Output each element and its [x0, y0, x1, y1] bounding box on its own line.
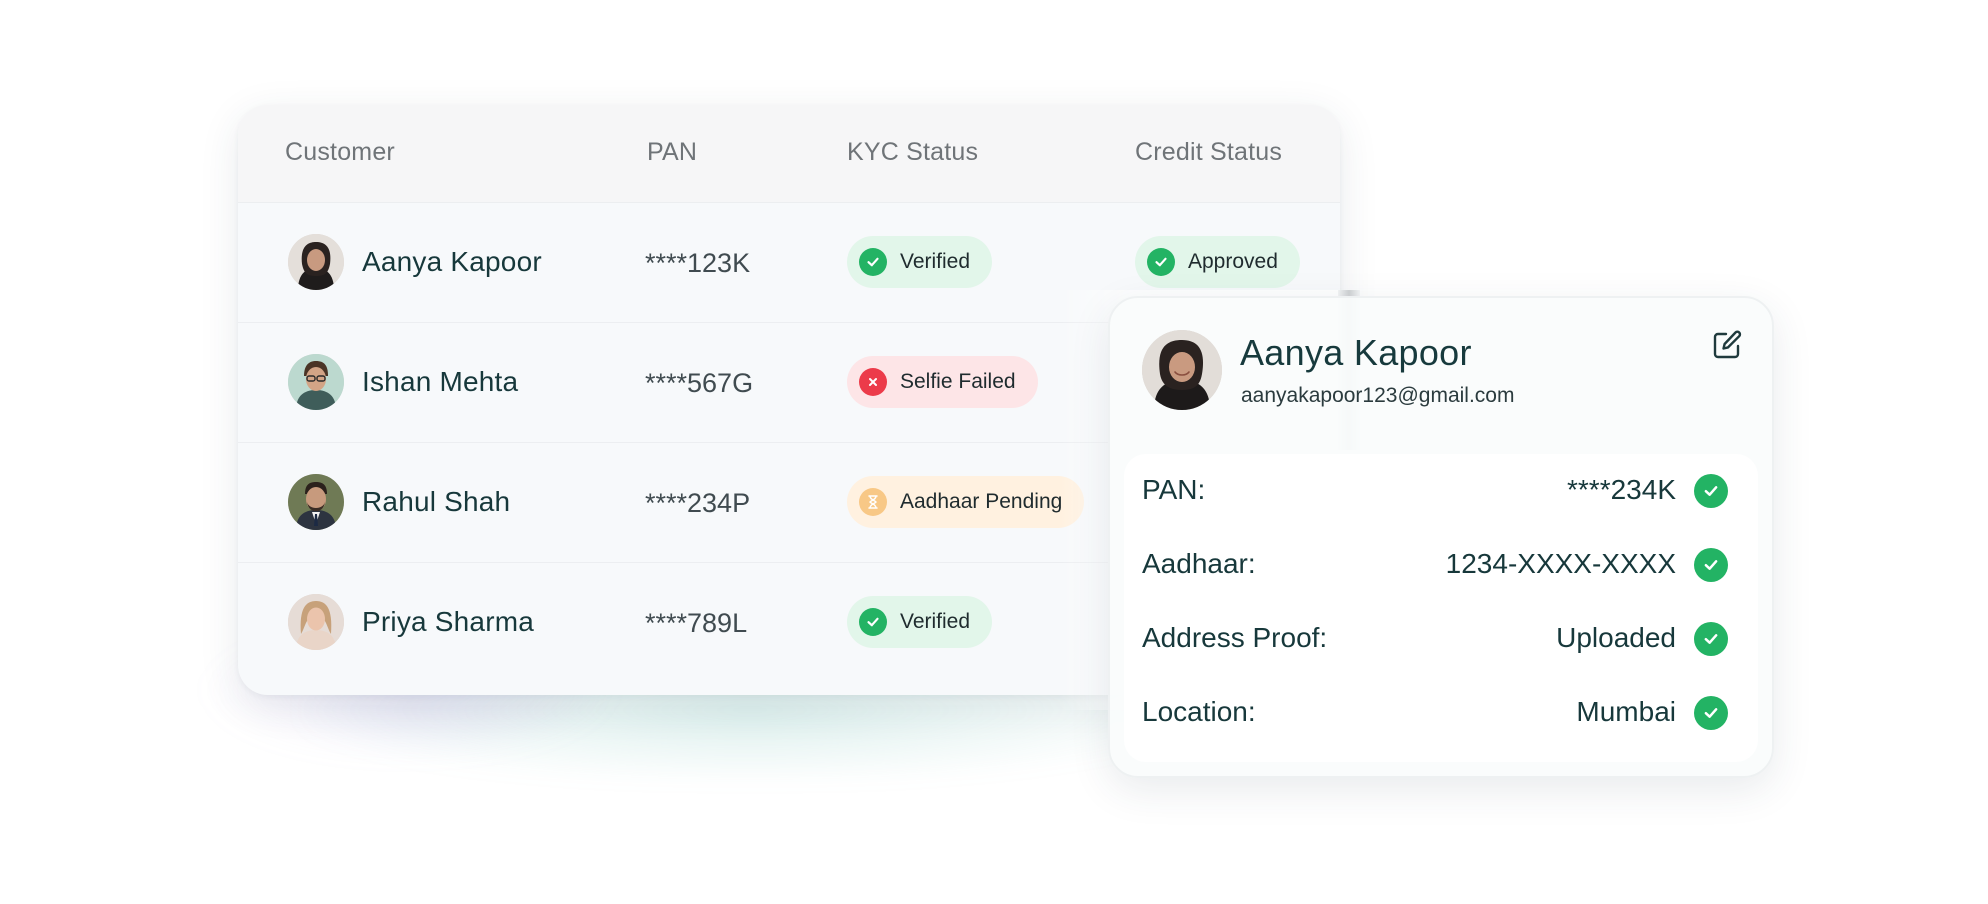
credit-status-label: Approved [1188, 250, 1278, 273]
customer-name[interactable]: Ishan Mehta [362, 366, 518, 398]
avatar [288, 354, 344, 410]
detail-field-label: Address Proof: [1142, 622, 1328, 653]
avatar [288, 234, 344, 290]
column-header-kyc-status[interactable]: KYC Status [847, 138, 978, 167]
kyc-status-label: Aadhaar Pending [900, 490, 1063, 513]
detail-field-location: Location: Mumbai [1124, 676, 1758, 750]
detail-field-value: ****234K [1567, 474, 1676, 505]
avatar [1142, 330, 1222, 410]
check-icon [1694, 622, 1728, 656]
detail-customer-name: Aanya Kapoor [1240, 332, 1472, 373]
detail-field-aadhaar: Aadhaar: 1234-XXXX-XXXX [1124, 528, 1758, 602]
table-header: Customer PAN KYC Status Credit Status [238, 105, 1340, 203]
x-icon [859, 368, 887, 396]
kyc-status-label: Selfie Failed [900, 370, 1016, 393]
column-header-customer[interactable]: Customer [285, 138, 395, 167]
check-icon [859, 248, 887, 276]
check-icon [859, 608, 887, 636]
kyc-status-badge: Aadhaar Pending [847, 476, 1085, 528]
avatar [288, 474, 344, 530]
kyc-status-badge: Verified [847, 596, 993, 648]
detail-field-label: Aadhaar: [1142, 548, 1256, 579]
customer-detail-card: Aanya Kapoor aanyakapoor123@gmail.com PA… [1108, 296, 1774, 778]
detail-field-label: Location: [1142, 696, 1256, 727]
kyc-status-badge: Verified [847, 236, 993, 288]
detail-field-label: PAN: [1142, 474, 1206, 505]
check-icon [1694, 474, 1728, 508]
credit-status-badge: Approved [1135, 236, 1300, 288]
detail-field-value: Uploaded [1556, 622, 1676, 653]
customer-pan: ****123K [645, 248, 751, 278]
avatar [288, 594, 344, 650]
edit-icon[interactable] [1710, 328, 1744, 362]
customer-name[interactable]: Aanya Kapoor [362, 246, 542, 278]
detail-field-pan: PAN: ****234K [1124, 454, 1758, 528]
column-header-credit-status[interactable]: Credit Status [1135, 138, 1282, 167]
customer-name[interactable]: Priya Sharma [362, 606, 534, 638]
customer-pan: ****789L [645, 608, 748, 638]
customer-pan: ****567G [645, 368, 754, 398]
detail-customer-email[interactable]: aanyakapoor123@gmail.com [1241, 384, 1514, 408]
check-icon [1694, 696, 1728, 730]
detail-field-address-proof: Address Proof: Uploaded [1124, 602, 1758, 676]
check-icon [1147, 248, 1175, 276]
detail-fields: PAN: ****234K Aadhaar: 1234-XXXX-XXXX Ad… [1124, 454, 1758, 762]
customer-pan: ****234P [645, 488, 751, 518]
hourglass-icon [859, 488, 887, 516]
kyc-status-label: Verified [900, 250, 971, 273]
column-header-pan[interactable]: PAN [647, 138, 697, 167]
check-icon [1694, 548, 1728, 582]
customer-name[interactable]: Rahul Shah [362, 486, 510, 518]
detail-field-value: Mumbai [1576, 696, 1676, 727]
canvas: Customer PAN KYC Status Credit Status Aa… [0, 0, 1988, 904]
kyc-status-label: Verified [900, 610, 971, 633]
detail-field-value: 1234-XXXX-XXXX [1445, 548, 1676, 579]
kyc-status-badge: Selfie Failed [847, 356, 1038, 408]
